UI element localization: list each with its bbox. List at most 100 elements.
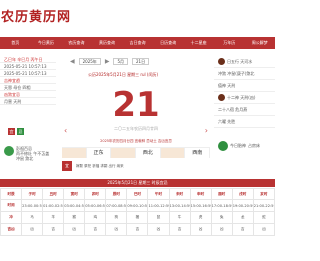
yi-ji-badges: 宜 忌 (8, 128, 24, 135)
yi-badge: 宜 (8, 128, 15, 135)
table-cell: 09:00-10:59 (126, 199, 149, 212)
table-cell: 吉 (231, 223, 254, 236)
ji-badge: 忌 (17, 128, 24, 135)
chongsha-row: 冲煞 冲鼠(庚子)煞北 (214, 68, 275, 80)
yi-label: 宜 (62, 161, 72, 171)
xiu-row: 二十八宿 危月燕 (214, 104, 275, 116)
direction-row: 正东 西北 西南 (62, 147, 211, 158)
taishen-icon (218, 141, 228, 151)
table-cell: 龙 (231, 211, 254, 224)
day-select[interactable]: 21日 (131, 57, 150, 65)
row-label: 时间 (0, 199, 23, 212)
chongsha-text: 冲煞 冲鼠(庚子)煞北 (218, 70, 255, 76)
next-year-icon[interactable]: ▶ (105, 58, 110, 65)
bad-gods-label: 凶煞宜忌 (0, 91, 56, 98)
nav-item-calendar[interactable]: 日历查询 (153, 37, 184, 49)
nav-item-perpetual[interactable]: 万年历 (214, 37, 245, 49)
xiu-text: 二十八宿 危月燕 (218, 106, 248, 112)
table-cell: 23:00-00:59 (21, 199, 44, 212)
table-cell: 13:00-14:59 (168, 199, 191, 212)
table-cell: 牛 (168, 211, 191, 224)
nav-item-dreams[interactable]: 周公解梦 (245, 37, 276, 49)
dir-cell-6: 西南 (185, 148, 211, 158)
hours-header-label: 时辰 (0, 188, 23, 200)
yi-text: 嫁娶 祭祀 祈福 求嗣 出行 纳采 (76, 164, 124, 168)
good-gods-label: 吉神宜趋 (0, 77, 56, 84)
hour-header-cell: 卯时 (84, 188, 107, 200)
shier-shen-row: 十二神 天刑(凶) (214, 92, 275, 104)
table-cell: 马 (21, 211, 44, 224)
table-cell: 05:00-06:59 (84, 199, 107, 212)
lunar-date: 二〇二五年农历四月廿四 (114, 126, 158, 131)
row-label: 吉凶 (0, 223, 23, 236)
table-row: 时间 23:00-00:59 01:00-02:59 03:00-04:59 05:00… (0, 199, 276, 212)
datetime-2: 2025-05-21 10:57:13 (0, 70, 56, 77)
datetime-1: 2025-05-21 10:57:13 (0, 63, 56, 70)
dir-cell-2: 正东 (87, 148, 112, 158)
day-number: 21 (112, 85, 160, 125)
table-row: 冲马羊猴鸡狗猪鼠牛虎兔龙蛇 (0, 211, 276, 224)
zhishen-text: 值神 天刑 (218, 82, 236, 88)
table-cell: 蛇 (252, 211, 276, 224)
table-cell: 吉 (84, 223, 107, 236)
nav-item-auspicious[interactable]: 吉日查询 (122, 37, 153, 49)
year-select[interactable]: 2025年 (78, 57, 101, 65)
wuxing-text: 日五行 天河水 (227, 58, 253, 64)
table-cell: 03:00-04:59 (63, 199, 86, 212)
prev-day-icon[interactable]: ‹ (64, 126, 67, 135)
hours-header-row: 时辰 子时 丑时 寅时 卯时 辰时 巳时 午时 未时 申时 酉时 戌时 亥时 (0, 188, 276, 200)
site-title[interactable]: 农历黄历网 (0, 6, 120, 30)
table-cell: 鼠 (147, 211, 170, 224)
next-day-icon[interactable]: › (205, 126, 208, 135)
nav-item-lunar[interactable]: 农历查询 (61, 37, 92, 49)
bad-gods: 月害 天刑 (0, 98, 56, 105)
dir-cell-3 (111, 148, 137, 158)
prev-year-icon[interactable]: ◀ (70, 58, 75, 65)
wuxing-icon (218, 58, 225, 65)
right-panel: 日五行 天河水 冲煞 冲鼠(庚子)煞北 值神 天刑 十二神 天刑(凶) 二十八宿… (214, 56, 275, 166)
dir-cell-1 (62, 148, 87, 158)
table-cell: 吉 (168, 223, 191, 236)
hour-header-cell: 丑时 (42, 188, 65, 200)
table-cell: 狗 (105, 211, 128, 224)
shier-shen-text: 十二神 天刑(凶) (227, 94, 256, 100)
hours-table: 时辰 子时 丑时 寅时 卯时 辰时 巳时 午时 未时 申时 酉时 戌时 亥时 时间 23:00-00:59… (0, 188, 276, 236)
taishen-label: 今日胎神 (230, 143, 246, 148)
table-cell: 猪 (126, 211, 149, 224)
hour-header-cell: 辰时 (105, 188, 128, 200)
table-cell: 19:00-20:59 (231, 199, 254, 212)
pengzu-note: 彭祖百忌 丙不修灶 午不苫盖 冲鼠 煞北 (16, 146, 49, 161)
table-cell: 21:00-22:59 (252, 199, 276, 212)
shier-shen-icon (218, 94, 225, 101)
hour-header-cell: 子时 (21, 188, 44, 200)
table-cell: 虎 (189, 211, 212, 224)
taishen-row: 今日胎神 占房床 (214, 140, 275, 152)
calendar-card: ◀ 2025年 ▶ 5月 21日 公历2025年5月21日 星期三 rul (闰… (62, 56, 211, 176)
dir-cell-5 (160, 148, 186, 158)
table-cell: 羊 (42, 211, 65, 224)
stars-info: 2025年农历四月廿四 宜栽种 忌动土 吉凶宜忌 (100, 139, 172, 143)
month-select[interactable]: 5月 (113, 57, 128, 65)
nav-item-zodiac[interactable]: 十二星座 (183, 37, 214, 49)
main-nav: 首页 今日黄历 农历查询 黄历查询 吉日查询 日历查询 十二星座 万年历 周公解… (0, 37, 275, 49)
pengzu-clash: 冲鼠 煞北 (16, 156, 34, 161)
table-cell: 11:00-12:59 (147, 199, 170, 212)
nav-item-almanac[interactable]: 黄历查询 (92, 37, 123, 49)
zhishen-row: 值神 天刑 (214, 80, 275, 92)
hour-header-cell: 午时 (147, 188, 170, 200)
table-cell: 凶 (252, 223, 276, 236)
nav-item-home[interactable]: 首页 (0, 37, 31, 49)
liuyao-text: 六曜 先胜 (218, 118, 236, 124)
row-label: 冲 (0, 211, 23, 224)
good-gods: 天恩 母仓 四相 (0, 84, 56, 91)
hour-header-cell: 酉时 (210, 188, 233, 200)
table-cell: 凶 (147, 223, 170, 236)
nav-item-today[interactable]: 今日黄历 (31, 37, 62, 49)
table-cell: 吉 (126, 223, 149, 236)
table-cell: 吉 (42, 223, 65, 236)
table-cell: 15:00-16:59 (189, 199, 212, 212)
ganzhi-date: 乙巳年 辛巳月 丙午日 (0, 56, 56, 63)
yi-row: 宜 嫁娶 祭祀 祈福 求嗣 出行 纳采 (62, 161, 210, 171)
hour-header-cell: 戌时 (231, 188, 254, 200)
hour-header-cell: 申时 (189, 188, 212, 200)
